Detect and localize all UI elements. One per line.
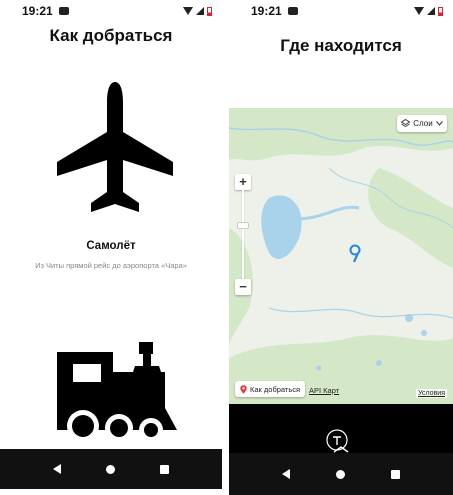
system-nav-bar [0, 442, 222, 489]
system-nav-bar [229, 446, 453, 495]
terms-link[interactable]: Условия [416, 389, 447, 398]
back-icon[interactable] [282, 469, 290, 479]
location-screen: 19:21 Где находится Слои + − Как добрать… [229, 0, 453, 495]
status-time: 19:21 [22, 4, 53, 18]
message-icon [58, 7, 69, 15]
map-layers-button[interactable]: Слои [397, 115, 447, 132]
zoom-slider-handle[interactable] [237, 222, 249, 229]
map-layers-label: Слои [413, 119, 433, 128]
cellular-icon [196, 7, 204, 15]
swipe-up-icon[interactable] [333, 445, 349, 453]
battery-icon [438, 6, 443, 16]
route-button-label: Как добраться [250, 384, 301, 394]
api-maps-link[interactable]: API Карт [309, 386, 339, 395]
home-icon[interactable] [105, 464, 115, 474]
map-canvas[interactable] [229, 108, 453, 404]
cellular-icon [427, 7, 435, 15]
zoom-in-button[interactable]: + [235, 174, 251, 190]
stage: 19:21 Как добраться Самолёт Из Читы прям… [0, 0, 453, 495]
back-icon[interactable] [52, 464, 61, 474]
zoom-out-button[interactable]: − [235, 279, 251, 295]
transport-description: Из Читы прямой рейс до аэропорта «Чара» [35, 261, 187, 270]
wifi-icon [183, 7, 193, 15]
airplane-icon[interactable] [55, 80, 175, 215]
zoom-slider-track[interactable] [242, 190, 244, 279]
location-pin-icon[interactable] [347, 244, 365, 264]
map-marker-icon [240, 384, 247, 394]
status-bar: 19:21 [229, 0, 453, 22]
status-time: 19:21 [251, 4, 282, 18]
swipe-up-icon[interactable] [103, 441, 119, 449]
message-icon [287, 7, 298, 15]
recents-icon[interactable] [160, 464, 170, 474]
wifi-icon [414, 7, 424, 15]
how-to-get-screen: 19:21 Как добраться Самолёт Из Читы прям… [0, 0, 222, 495]
home-icon[interactable] [336, 469, 345, 479]
map-view[interactable]: Слои + − Как добраться API Карт Условия [229, 108, 453, 404]
recents-icon[interactable] [391, 469, 400, 479]
train-icon[interactable] [53, 338, 181, 446]
chevron-down-icon [435, 121, 443, 126]
page-title: Как добраться [49, 26, 173, 45]
battery-icon [207, 6, 212, 16]
layers-icon [401, 119, 411, 128]
page-title: Где находится [280, 36, 402, 55]
transport-name: Самолёт [86, 240, 136, 252]
status-bar: 19:21 [0, 0, 222, 22]
route-button[interactable]: Как добраться [235, 381, 306, 397]
